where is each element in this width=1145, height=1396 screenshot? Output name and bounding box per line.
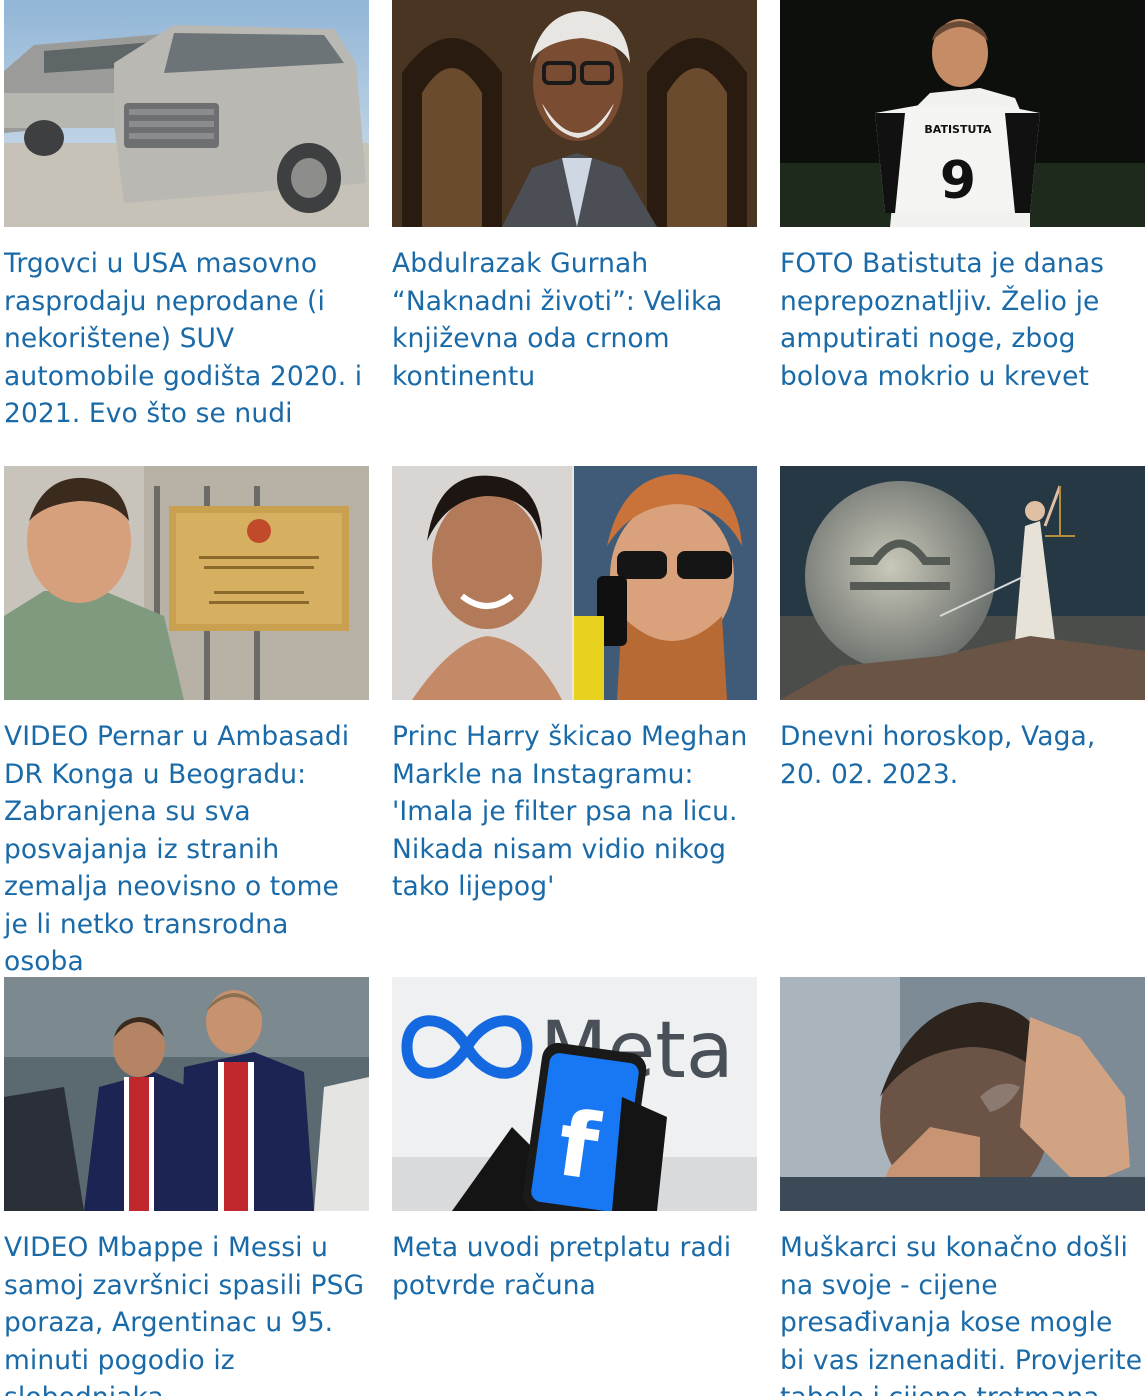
article-thumbnail[interactable]: BATISTUTA 9 [780,0,1145,227]
article-card[interactable]: Abdulrazak Gurnah “Naknadni životi”: Vel… [392,0,757,395]
article-card[interactable]: Dnevni horoskop, Vaga, 20. 02. 2023. [780,466,1145,793]
jersey-name: BATISTUTA [924,123,992,136]
article-title[interactable]: FOTO Batistuta je danas neprepoznatljiv.… [780,245,1145,395]
article-thumbnail[interactable] [392,466,757,700]
article-title[interactable]: VIDEO Pernar u Ambasadi DR Konga u Beogr… [4,718,369,981]
jersey-number: 9 [940,151,976,211]
article-card[interactable]: BATISTUTA 9 FOTO Batistuta je danas nepr… [780,0,1145,395]
article-card[interactable]: Trgovci u USA masovno rasprodaju neproda… [4,0,369,433]
article-title[interactable]: Trgovci u USA masovno rasprodaju neproda… [4,245,369,433]
article-title[interactable]: Princ Harry škicao Meghan Markle na Inst… [392,718,757,906]
article-card[interactable]: VIDEO Mbappe i Messi u samoj završnici s… [4,977,369,1396]
article-card[interactable]: Princ Harry škicao Meghan Markle na Inst… [392,466,757,906]
article-thumbnail[interactable] [4,0,369,227]
article-card[interactable]: Meta f Meta uvodi pretplatu radi potvrde… [392,977,757,1304]
article-title[interactable]: Muškarci su konačno došli na svoje - cij… [780,1229,1145,1396]
article-thumbnail[interactable]: Meta f [392,977,757,1211]
article-title[interactable]: Dnevni horoskop, Vaga, 20. 02. 2023. [780,718,1145,793]
article-title[interactable]: Abdulrazak Gurnah “Naknadni životi”: Vel… [392,245,757,395]
article-title[interactable]: Meta uvodi pretplatu radi potvrde računa [392,1229,757,1304]
article-thumbnail[interactable] [392,0,757,227]
article-thumbnail[interactable] [4,977,369,1211]
article-card[interactable]: Muškarci su konačno došli na svoje - cij… [780,977,1145,1396]
article-card[interactable]: VIDEO Pernar u Ambasadi DR Konga u Beogr… [4,466,369,981]
article-thumbnail[interactable] [780,466,1145,700]
article-thumbnail[interactable] [780,977,1145,1211]
article-thumbnail[interactable] [4,466,369,700]
article-title[interactable]: VIDEO Mbappe i Messi u samoj završnici s… [4,1229,369,1396]
